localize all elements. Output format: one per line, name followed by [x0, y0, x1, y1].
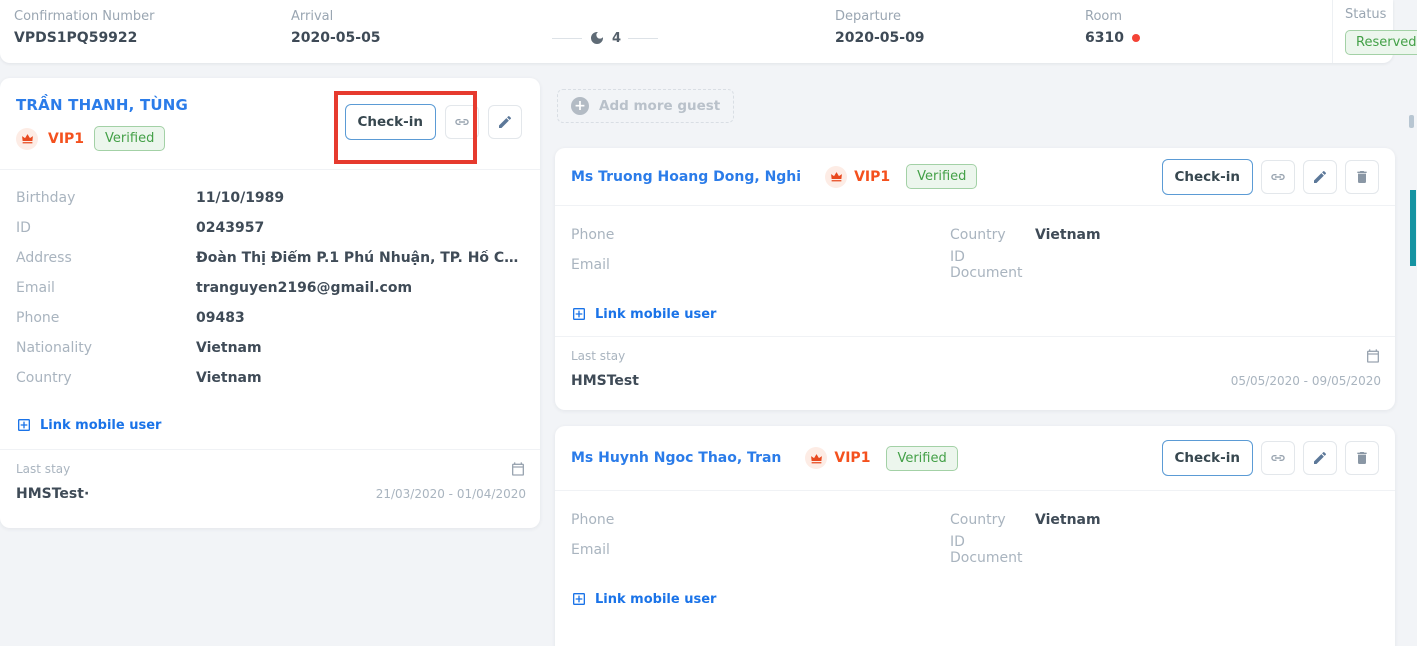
reservation-summary-bar: Confirmation Number VPDS1PQ59922 Arrival…: [0, 0, 1393, 63]
primary-guest-fields: Birthday 11/10/1989 ID 0243957 Address Đ…: [0, 170, 540, 393]
last-stay-property: HMSTest·: [16, 486, 89, 502]
status-field: Status Reserved: [1345, 7, 1417, 55]
edge-artifact: [1409, 115, 1414, 128]
status-label: Status: [1345, 7, 1417, 22]
pencil-icon: [1312, 169, 1328, 185]
delete-guest-button[interactable]: [1345, 441, 1379, 475]
last-stay-label: Last stay: [16, 462, 70, 476]
vip-crown-icon: [825, 166, 847, 188]
pencil-icon: [1312, 450, 1328, 466]
link-mobile-user-link[interactable]: Link mobile user: [571, 591, 716, 607]
last-stay-section: Last stay HMSTest· 21/03/2020 - 01/04/20…: [0, 450, 540, 502]
confirmation-number-field: Confirmation Number VPDS1PQ59922: [14, 9, 154, 46]
nights-count: 4: [612, 31, 621, 46]
status-separator: [1332, 0, 1333, 63]
field-row-country: Country Vietnam: [0, 363, 540, 393]
vip-badge: VIP1: [834, 450, 870, 466]
field-row-email: Email tranguyen2196@gmail.com: [0, 273, 540, 303]
moon-icon: [589, 30, 605, 46]
verified-badge: Verified: [886, 446, 957, 471]
link-icon: [1269, 168, 1287, 186]
confirmation-number-label: Confirmation Number: [14, 9, 154, 24]
arrival-field: Arrival 2020-05-05: [291, 9, 381, 46]
field-row-country: Country Vietnam: [950, 505, 1379, 535]
field-row-phone: Phone 09483: [0, 303, 540, 333]
last-stay-dates: 05/05/2020 - 09/05/2020: [1231, 374, 1381, 388]
delete-guest-button[interactable]: [1345, 160, 1379, 194]
add-more-guest-button[interactable]: Add more guest: [557, 89, 734, 123]
link-guest-button[interactable]: [1261, 441, 1295, 475]
last-stay-property: HMSTest: [571, 373, 639, 389]
pencil-icon: [497, 114, 513, 130]
guest-name: Ms Truong Hoang Dong, Nghi: [571, 169, 801, 185]
room-status-dot: [1132, 34, 1140, 42]
departure-field: Departure 2020-05-09: [835, 9, 925, 46]
field-row-phone: Phone: [571, 220, 950, 250]
nights-indicator: 4: [552, 30, 658, 46]
vip-crown-icon: [805, 447, 827, 469]
room-number: 6310: [1085, 30, 1124, 46]
plus-circle-icon: [571, 97, 589, 115]
field-row-id-document: ID Document: [950, 535, 1379, 565]
country-value: Vietnam: [1035, 227, 1101, 243]
checkin-button[interactable]: Check-in: [1162, 440, 1254, 476]
calendar-icon: [510, 461, 526, 477]
trash-icon: [1354, 169, 1370, 185]
field-row-email: Email: [571, 535, 950, 565]
room-label: Room: [1085, 9, 1140, 24]
vip-crown-icon: [16, 128, 38, 150]
field-row-nationality: Nationality Vietnam: [0, 333, 540, 363]
guest-card: Ms Huynh Ngoc Thao, Tran VIP1 Verified C…: [555, 426, 1395, 646]
field-row-id: ID 0243957: [0, 213, 540, 243]
checkin-button[interactable]: Check-in: [1162, 159, 1254, 195]
trash-icon: [1354, 450, 1370, 466]
nights-line-left: [552, 38, 582, 39]
link-guest-button[interactable]: [1261, 160, 1295, 194]
country-value: Vietnam: [1035, 512, 1101, 528]
field-row-address: Address Đoàn Thị Điểm P.1 Phú Nhuận, TP.…: [0, 243, 540, 273]
verified-badge: Verified: [94, 126, 165, 151]
departure-label: Departure: [835, 9, 925, 24]
edit-guest-button[interactable]: [1303, 441, 1337, 475]
calendar-icon: [1365, 348, 1381, 364]
guest-name: Ms Huynh Ngoc Thao, Tran: [571, 450, 781, 466]
field-row-phone: Phone: [571, 505, 950, 535]
field-row-email: Email: [571, 250, 950, 280]
vip-badge: VIP1: [48, 131, 84, 147]
checkin-button[interactable]: Check-in: [345, 104, 437, 140]
plus-square-icon: [571, 306, 587, 322]
vip-badge: VIP1: [854, 169, 890, 185]
link-icon: [453, 113, 471, 131]
room-field: Room 6310: [1085, 9, 1140, 46]
link-mobile-user-link[interactable]: Link mobile user: [571, 306, 716, 322]
last-stay-section: Last stay HMSTest 05/05/2020 - 09/05/202…: [555, 337, 1395, 389]
edit-guest-button[interactable]: [488, 105, 522, 139]
last-stay-label: Last stay: [571, 349, 625, 363]
nights-line-right: [628, 38, 658, 39]
vertical-scrollbar-thumb[interactable]: [1410, 190, 1416, 266]
plus-square-icon: [571, 591, 587, 607]
field-row-birthday: Birthday 11/10/1989: [0, 183, 540, 213]
last-stay-dates: 21/03/2020 - 01/04/2020: [376, 487, 526, 501]
departure-value: 2020-05-09: [835, 30, 925, 46]
field-row-country: Country Vietnam: [950, 220, 1379, 250]
arrival-value: 2020-05-05: [291, 30, 381, 46]
primary-guest-card: TRẦN THANH, TÙNG VIP1 Verified Check-in: [0, 78, 540, 528]
link-icon: [1269, 449, 1287, 467]
status-badge: Reserved: [1345, 30, 1417, 55]
arrival-label: Arrival: [291, 9, 381, 24]
confirmation-number-value: VPDS1PQ59922: [14, 30, 154, 46]
link-guest-button[interactable]: [445, 105, 479, 139]
guest-card: Ms Truong Hoang Dong, Nghi VIP1 Verified…: [555, 148, 1395, 410]
edit-guest-button[interactable]: [1303, 160, 1337, 194]
link-mobile-user-link[interactable]: Link mobile user: [16, 417, 161, 433]
plus-square-icon: [16, 417, 32, 433]
verified-badge: Verified: [906, 164, 977, 189]
field-row-id-document: ID Document: [950, 250, 1379, 280]
reservation-detail-screen: Confirmation Number VPDS1PQ59922 Arrival…: [0, 0, 1417, 646]
